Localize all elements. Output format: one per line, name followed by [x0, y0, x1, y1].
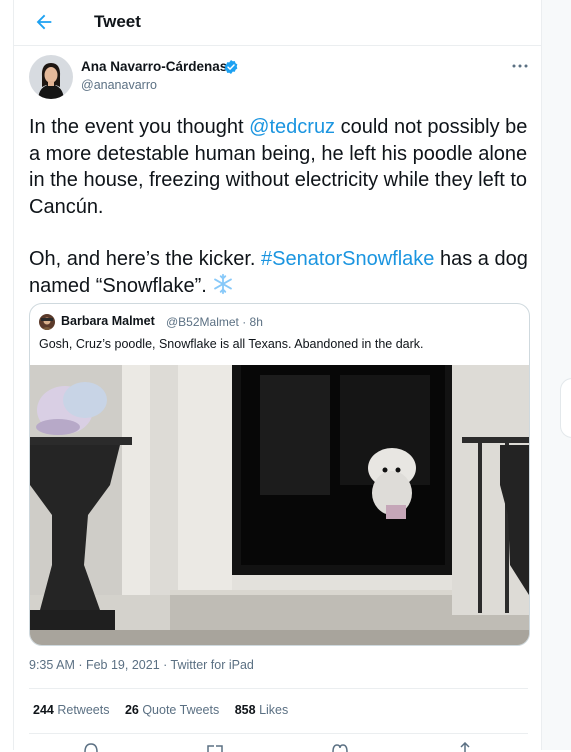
quoted-author-name[interactable]: Barbara Malmet — [61, 314, 155, 328]
verified-badge-icon — [224, 60, 238, 74]
likes-label: Likes — [259, 703, 289, 717]
author-avatar[interactable] — [29, 55, 73, 99]
tweet-text-segment: Oh, and here’s the kicker. — [29, 248, 261, 270]
tweet-paragraph-2: Oh, and here’s the kicker. #SenatorSnowf… — [29, 246, 534, 302]
right-sidebar-card — [560, 378, 571, 438]
quoted-tweet-photo[interactable] — [30, 365, 529, 645]
divider — [29, 733, 528, 734]
tweet-text-segment: In the event you thought — [29, 116, 250, 138]
quote-tweets-stat[interactable]: 26 Quote Tweets — [125, 703, 219, 717]
author-handle[interactable]: @ananavarro — [81, 78, 157, 92]
divider — [29, 688, 528, 689]
right-sidebar — [542, 0, 571, 750]
back-arrow-icon[interactable] — [33, 11, 55, 33]
author-name[interactable]: Ana Navarro-Cárdenas — [81, 59, 227, 74]
quoted-author-handle[interactable]: @B52Malmet · 8h — [166, 315, 263, 329]
quote-tweets-label: Quote Tweets — [142, 703, 220, 717]
quoted-tweet-text: Gosh, Cruz’s poodle, Snowflake is all Te… — [39, 337, 424, 351]
share-icon[interactable] — [456, 742, 474, 752]
reply-icon[interactable] — [82, 742, 100, 752]
mention-link[interactable]: @tedcruz — [249, 116, 335, 138]
tweet-stats: 244 Retweets 26 Quote Tweets 858 Likes — [33, 703, 300, 717]
retweets-label: Retweets — [57, 703, 110, 717]
page-title: Tweet — [94, 12, 141, 31]
more-options-icon[interactable] — [510, 58, 530, 74]
tweet-paragraph-1: In the event you thought @tedcruz could … — [29, 114, 534, 220]
page-header: Tweet — [14, 0, 541, 46]
retweets-count: 244 — [33, 703, 54, 717]
retweets-stat[interactable]: 244 Retweets — [33, 703, 109, 717]
retweet-icon[interactable] — [206, 742, 224, 752]
hashtag-link[interactable]: #SenatorSnowflake — [261, 248, 434, 270]
quoted-tweet-card[interactable]: Barbara Malmet @B52Malmet · 8h Gosh, Cru… — [29, 303, 530, 646]
likes-stat[interactable]: 858 Likes — [235, 703, 289, 717]
likes-count: 858 — [234, 703, 256, 717]
quoted-author-avatar[interactable] — [39, 314, 55, 330]
like-icon[interactable] — [331, 742, 349, 752]
tweet-timestamp[interactable]: 9:35 AM · Feb 19, 2021 · Twitter for iPa… — [29, 658, 254, 672]
snowflake-icon — [214, 273, 233, 294]
snowflake-emoji: ❄️ — [212, 273, 234, 303]
column-left-border — [13, 0, 14, 750]
quote-tweets-count: 26 — [124, 703, 139, 717]
tweet-text: In the event you thought @tedcruz could … — [29, 114, 534, 302]
